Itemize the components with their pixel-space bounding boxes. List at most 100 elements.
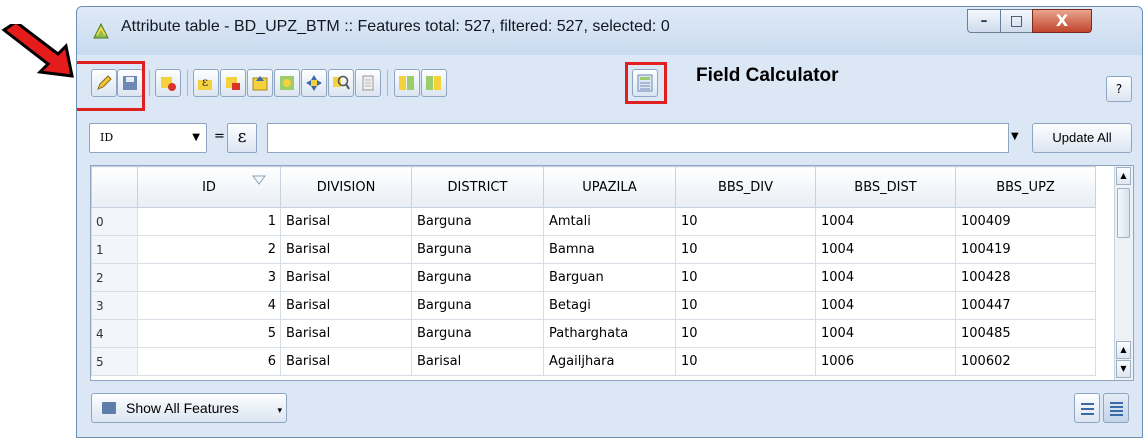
table-cell[interactable]: 2	[137, 235, 281, 264]
maximize-icon: □	[1009, 13, 1024, 29]
table-view-button[interactable]	[1103, 393, 1129, 423]
table-cell[interactable]: Barisal	[280, 291, 412, 320]
table-cell[interactable]: 3	[137, 263, 281, 292]
new-column-button[interactable]	[394, 69, 420, 97]
close-button[interactable]: X	[1032, 9, 1092, 33]
table-row[interactable]: 4 5 Barisal Barguna Patharghata 10 1004 …	[91, 319, 1096, 348]
table-cell[interactable]: 10	[675, 319, 816, 348]
table-cell[interactable]: 100485	[955, 319, 1096, 348]
table-cell[interactable]: Barisal	[411, 347, 544, 376]
move-selection-top-button[interactable]	[247, 69, 273, 97]
column-header[interactable]: DIVISION	[280, 166, 412, 208]
zoom-to-selected-button[interactable]	[328, 69, 354, 97]
scroll-up-button[interactable]: ▲	[1116, 167, 1131, 185]
table-cell[interactable]: 100428	[955, 263, 1096, 292]
column-header[interactable]: BBS_DIST	[815, 166, 956, 208]
table-cell[interactable]: Barguna	[411, 207, 544, 236]
delete-column-button[interactable]	[421, 69, 447, 97]
table-cell[interactable]: Agailjhara	[543, 347, 676, 376]
table-cell[interactable]: Patharghata	[543, 319, 676, 348]
window-title: Attribute table - BD_UPZ_BTM :: Features…	[121, 18, 670, 35]
table-cell[interactable]: 100447	[955, 291, 1096, 320]
column-header[interactable]: BBS_UPZ	[955, 166, 1096, 208]
table-cell[interactable]: Amtali	[543, 207, 676, 236]
table-row[interactable]: 5 6 Barisal Barisal Agailjhara 10 1006 1…	[91, 347, 1096, 376]
row-header[interactable]: 3	[91, 291, 138, 320]
table-cell[interactable]: Barisal	[280, 347, 412, 376]
row-header[interactable]: 2	[91, 263, 138, 292]
table-cell[interactable]: 1004	[815, 263, 956, 292]
scroll-down-button[interactable]: ▼	[1116, 360, 1131, 378]
table-cell[interactable]: 10	[675, 207, 816, 236]
toolbar-separator	[149, 70, 150, 96]
table-cell[interactable]: Barisal	[280, 319, 412, 348]
table-cell[interactable]: 1004	[815, 291, 956, 320]
table-cell[interactable]: Barguna	[411, 319, 544, 348]
row-header[interactable]: 1	[91, 235, 138, 264]
table-cell[interactable]: Barisal	[280, 207, 412, 236]
chevron-down-icon[interactable]: ▼	[1011, 131, 1019, 142]
table-row[interactable]: 2 3 Barisal Barguna Barguan 10 1004 1004…	[91, 263, 1096, 292]
table-cell[interactable]: Barisal	[280, 263, 412, 292]
show-features-button[interactable]: Show All Features ▾	[91, 393, 287, 423]
table-cell[interactable]: 1004	[815, 319, 956, 348]
row-header[interactable]: 4	[91, 319, 138, 348]
row-header[interactable]: 0	[91, 207, 138, 236]
table-header-row: ID DIVISION DISTRICT UPAZILA BBS_DIV BBS…	[91, 166, 1096, 208]
table-cell[interactable]: 1004	[815, 207, 956, 236]
table-row[interactable]: 3 4 Barisal Barguna Betagi 10 1004 10044…	[91, 291, 1096, 320]
table-cell[interactable]: 6	[137, 347, 281, 376]
attribute-table[interactable]: ID DIVISION DISTRICT UPAZILA BBS_DIV BBS…	[90, 165, 1134, 381]
column-header[interactable]: DISTRICT	[411, 166, 544, 208]
expression-filter-bar: ID ▼ = ε ▼ Update All	[77, 115, 1142, 157]
table-cell[interactable]: Barguna	[411, 263, 544, 292]
table-cell[interactable]: Barguna	[411, 235, 544, 264]
table-cell[interactable]: 10	[675, 347, 816, 376]
table-cell[interactable]: 1004	[815, 235, 956, 264]
delete-selected-button[interactable]	[155, 69, 181, 97]
table-cell[interactable]: Barguan	[543, 263, 676, 292]
help-button[interactable]: ?	[1106, 76, 1132, 102]
row-header[interactable]: 5	[91, 347, 138, 376]
table-cell[interactable]: Bamna	[543, 235, 676, 264]
table-cell[interactable]: Barguna	[411, 291, 544, 320]
table-cell[interactable]: 10	[675, 263, 816, 292]
form-view-button[interactable]	[1074, 393, 1100, 423]
select-by-expression-icon: ε	[198, 75, 212, 90]
pan-to-selected-button[interactable]	[301, 69, 327, 97]
update-all-button[interactable]: Update All	[1032, 123, 1132, 153]
title-bar: Attribute table - BD_UPZ_BTM :: Features…	[77, 7, 1142, 55]
minimize-button[interactable]: –	[967, 9, 1001, 33]
deselect-all-button[interactable]	[220, 69, 246, 97]
table-cell[interactable]: 100419	[955, 235, 1096, 264]
table-cell[interactable]: Betagi	[543, 291, 676, 320]
table-cell[interactable]: 100602	[955, 347, 1096, 376]
scrollbar-thumb[interactable]	[1117, 188, 1130, 238]
table-cell[interactable]: 10	[675, 235, 816, 264]
chevron-down-icon: ▼	[192, 132, 200, 143]
scroll-up-button[interactable]: ▲	[1116, 341, 1131, 359]
column-header[interactable]: UPAZILA	[543, 166, 676, 208]
move-selection-top-icon	[252, 76, 268, 91]
column-header[interactable]: BBS_DIV	[675, 166, 816, 208]
table-cell[interactable]: 1	[137, 207, 281, 236]
field-select[interactable]: ID ▼	[89, 123, 207, 153]
table-cell[interactable]: 5	[137, 319, 281, 348]
maximize-button[interactable]: □	[1000, 9, 1033, 33]
corner-header[interactable]	[91, 166, 138, 208]
vertical-scrollbar[interactable]: ▲ ▲ ▼	[1114, 166, 1133, 380]
copy-rows-button[interactable]	[355, 69, 381, 97]
invert-selection-button[interactable]	[274, 69, 300, 97]
table-cell[interactable]: 1006	[815, 347, 956, 376]
table-cell[interactable]: 4	[137, 291, 281, 320]
table-cell[interactable]: 10	[675, 291, 816, 320]
table-row[interactable]: 1 2 Barisal Barguna Bamna 10 1004 100419	[91, 235, 1096, 264]
equals-label: =	[214, 129, 225, 144]
table-cell[interactable]: 100409	[955, 207, 1096, 236]
column-header[interactable]: ID	[137, 166, 281, 208]
table-row[interactable]: 0 1 Barisal Barguna Amtali 10 1004 10040…	[91, 207, 1096, 236]
select-by-expression-button[interactable]: ε	[193, 69, 219, 97]
expression-builder-button[interactable]: ε	[227, 123, 257, 153]
expression-input[interactable]	[267, 123, 1009, 153]
table-cell[interactable]: Barisal	[280, 235, 412, 264]
